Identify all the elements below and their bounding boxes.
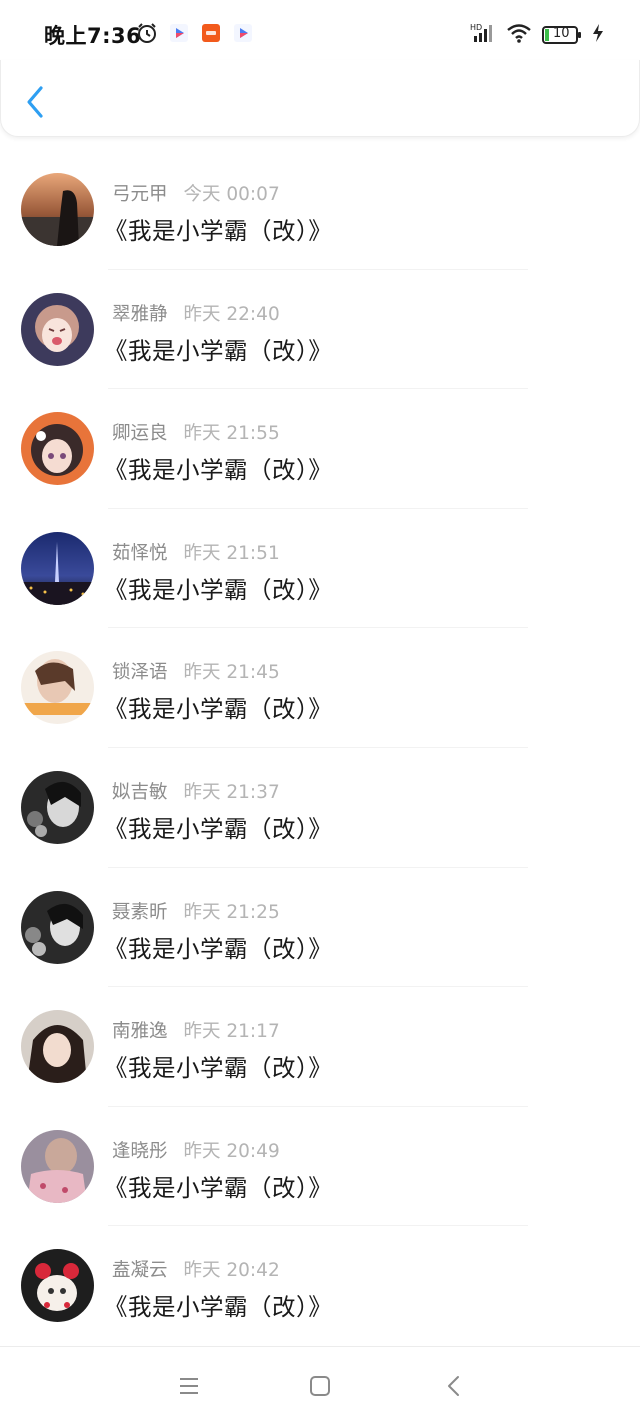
timestamp: 昨天 21:25 [183, 901, 280, 923]
avatar[interactable] [21, 173, 94, 246]
message-text: 《我是小学霸（改）》 [104, 336, 333, 365]
user-name: 聂素昕 [112, 901, 168, 923]
timestamp: 昨天 21:45 [183, 662, 280, 684]
message-meta: 聂素昕 昨天 21:25 [112, 898, 280, 924]
message-text: 《我是小学霸（改）》 [104, 1173, 333, 1202]
user-name: 茹怿悦 [112, 542, 168, 564]
user-name: 南雅逸 [112, 1021, 168, 1043]
message-meta: 弓元甲 今天 00:07 [112, 180, 280, 206]
timestamp: 昨天 21:55 [183, 423, 280, 445]
message-text: 《我是小学霸（改）》 [104, 934, 333, 963]
back-button[interactable] [21, 84, 51, 120]
message-meta: 盍凝云 昨天 20:42 [112, 1256, 280, 1282]
home-button[interactable] [307, 1373, 333, 1399]
header [0, 60, 640, 137]
status-system-icons: HD 10 [470, 22, 604, 48]
timestamp: 昨天 21:51 [183, 542, 280, 564]
avatar[interactable] [21, 531, 94, 605]
menu-icon [180, 1378, 198, 1394]
user-name: 翠雅静 [112, 303, 168, 325]
timestamp: 昨天 21:37 [183, 781, 280, 803]
hd-signal-icon: HD [470, 22, 496, 48]
message-meta: 姒吉敏 昨天 21:37 [112, 778, 280, 804]
user-name: 弓元甲 [112, 184, 168, 205]
message-meta: 翠雅静 昨天 22:40 [112, 300, 280, 326]
video-app-icon [168, 22, 190, 44]
message-text: 《我是小学霸（改）》 [104, 1054, 333, 1083]
user-name: 盍凝云 [112, 1260, 168, 1282]
list-item[interactable]: 姒吉敏 昨天 21:37 《我是小学霸（改）》 [0, 748, 640, 868]
list-item[interactable]: 锁泽语 昨天 21:45 《我是小学霸（改）》 [0, 628, 640, 748]
list-item[interactable]: 南雅逸 昨天 21:17 《我是小学霸（改）》 [0, 987, 640, 1107]
timestamp: 昨天 21:17 [183, 1021, 280, 1043]
avatar[interactable] [21, 1010, 94, 1084]
video-app-icon [232, 22, 254, 44]
battery-level: 10 [553, 26, 570, 41]
message-text: 《我是小学霸（改）》 [104, 695, 333, 724]
avatar[interactable] [21, 292, 94, 366]
navigation-bar [0, 1346, 640, 1424]
back-icon [448, 1376, 459, 1396]
list-item[interactable]: 翠雅静 昨天 22:40 《我是小学霸（改）》 [0, 270, 640, 390]
avatar[interactable] [21, 890, 94, 964]
chevron-left-icon [27, 86, 43, 118]
list-item[interactable]: 弓元甲 今天 00:07 《我是小学霸（改）》 [0, 150, 640, 270]
svg-text:HD: HD [470, 23, 482, 32]
user-name: 锁泽语 [112, 662, 168, 684]
alarm-icon [136, 22, 158, 44]
message-meta: 逢晓彤 昨天 20:49 [112, 1137, 280, 1163]
message-text: 《我是小学霸（改）》 [104, 1293, 333, 1322]
message-text: 《我是小学霸（改）》 [104, 217, 333, 245]
avatar[interactable] [21, 770, 94, 844]
avatar[interactable] [21, 1249, 94, 1323]
avatar[interactable] [21, 1129, 94, 1203]
list-item[interactable]: 逢晓彤 昨天 20:49 《我是小学霸（改）》 [0, 1107, 640, 1227]
status-notification-icons [136, 22, 254, 44]
taobao-app-icon [200, 22, 222, 44]
user-name: 卿运良 [112, 423, 168, 445]
message-text: 《我是小学霸（改）》 [104, 814, 333, 843]
wifi-icon [506, 22, 532, 48]
home-icon [310, 1376, 330, 1396]
message-meta: 茹怿悦 昨天 21:51 [112, 539, 280, 565]
user-name: 逢晓彤 [112, 1140, 168, 1162]
list-item[interactable]: 卿运良 昨天 21:55 《我是小学霸（改）》 [0, 389, 640, 509]
timestamp: 昨天 20:42 [183, 1260, 280, 1282]
message-list: 弓元甲 今天 00:07 《我是小学霸（改）》 翠雅静 昨天 22:40 《我是小学… [0, 150, 640, 1346]
list-item[interactable]: 盍凝云 昨天 20:42 《我是小学霸（改）》 [0, 1226, 640, 1346]
avatar[interactable] [21, 651, 94, 725]
battery-icon: 10 [542, 25, 582, 45]
list-item[interactable]: 茹怿悦 昨天 21:51 《我是小学霸（改）》 [0, 509, 640, 629]
menu-button[interactable] [176, 1373, 202, 1399]
status-time: 晚上7:36 [44, 24, 142, 48]
system-back-button[interactable] [441, 1373, 467, 1399]
message-text: 《我是小学霸（改）》 [104, 575, 333, 604]
timestamp: 今天 00:07 [183, 184, 280, 205]
list-item[interactable]: 聂素昕 昨天 21:25 《我是小学霸（改）》 [0, 868, 640, 988]
message-text: 《我是小学霸（改）》 [104, 456, 333, 485]
timestamp: 昨天 22:40 [183, 303, 280, 325]
avatar[interactable] [21, 412, 94, 486]
message-meta: 南雅逸 昨天 21:17 [112, 1017, 280, 1043]
timestamp: 昨天 20:49 [183, 1140, 280, 1162]
message-meta: 锁泽语 昨天 21:45 [112, 658, 280, 684]
user-name: 姒吉敏 [112, 781, 168, 803]
message-meta: 卿运良 昨天 21:55 [112, 419, 280, 445]
charging-icon [592, 23, 604, 47]
